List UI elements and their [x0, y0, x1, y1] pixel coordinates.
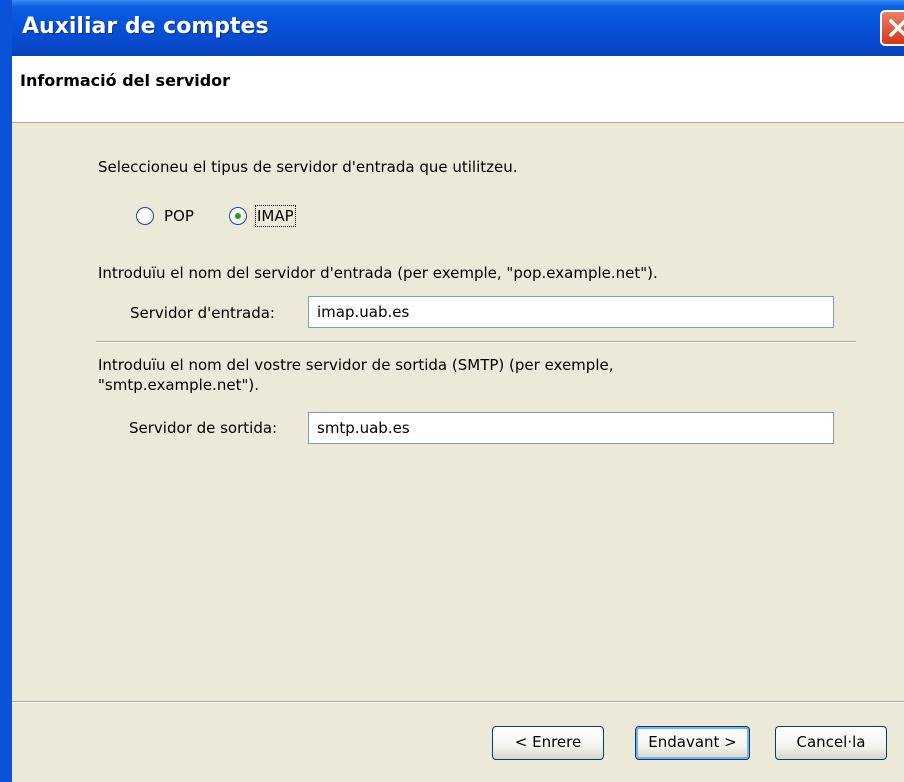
section-divider: [96, 341, 856, 343]
window-title: Auxiliar de comptes: [22, 14, 269, 39]
radio-pop-button[interactable]: [136, 207, 154, 225]
account-wizard-window: Auxiliar de comptes Informació del servi…: [0, 0, 904, 782]
incoming-type-prompt: Seleccioneu el tipus de servidor d'entra…: [98, 158, 518, 176]
cancel-button[interactable]: Cancel·la: [775, 726, 887, 760]
close-button[interactable]: [880, 10, 904, 46]
radio-pop-label[interactable]: POP: [164, 207, 194, 225]
radio-imap-label[interactable]: IMAP: [255, 205, 296, 227]
wizard-content: Seleccioneu el tipus de servidor d'entra…: [12, 123, 904, 701]
footer-divider: [12, 701, 904, 703]
title-bar[interactable]: Auxiliar de comptes: [12, 0, 904, 56]
wizard-header: Informació del servidor: [12, 56, 904, 123]
outgoing-server-prompt-line2: "smtp.example.net").: [98, 376, 259, 394]
close-icon: [889, 19, 904, 37]
incoming-server-label: Servidor d'entrada:: [130, 304, 275, 322]
next-button[interactable]: Endavant >: [635, 726, 750, 760]
outgoing-server-field[interactable]: smtp.uab.es: [308, 412, 834, 444]
radio-imap-button[interactable]: [229, 207, 247, 225]
page-title: Informació del servidor: [20, 71, 231, 90]
outgoing-server-label: Servidor de sortida:: [129, 419, 278, 437]
incoming-server-prompt: Introduïu el nom del servidor d'entrada …: [98, 264, 658, 282]
back-button[interactable]: < Enrere: [492, 726, 604, 760]
outgoing-server-prompt-line1: Introduïu el nom del vostre servidor de …: [98, 356, 614, 374]
radio-selected-dot: [235, 213, 241, 219]
incoming-server-field[interactable]: imap.uab.es: [308, 296, 834, 328]
